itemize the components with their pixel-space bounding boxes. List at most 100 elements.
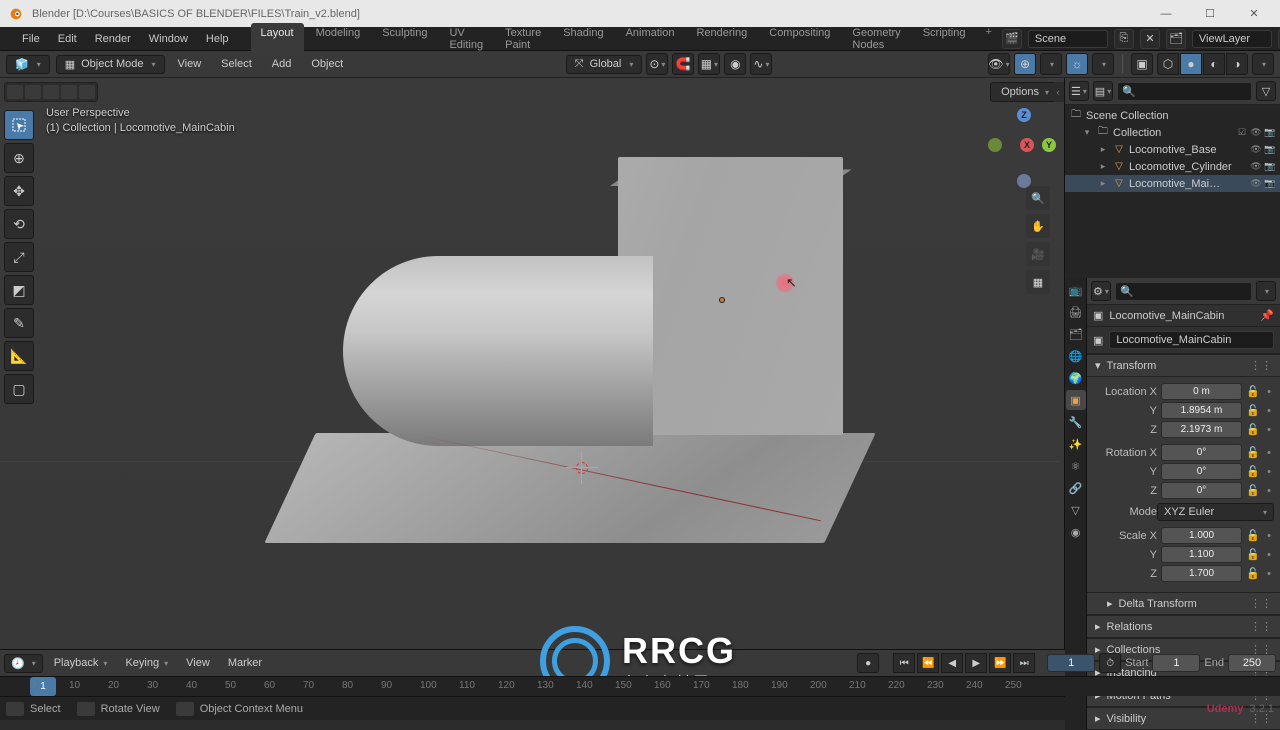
end-frame-field[interactable]: 250: [1228, 654, 1276, 672]
anim-dot-icon[interactable]: •: [1264, 424, 1274, 436]
anim-dot-icon[interactable]: •: [1264, 549, 1274, 561]
outliner-display-mode-icon[interactable]: ▤: [1093, 81, 1113, 101]
overlay-options-icon[interactable]: [1092, 53, 1114, 75]
lock-icon[interactable]: 🔓: [1246, 548, 1260, 561]
mode-dropdown[interactable]: ▦ Object Mode: [56, 55, 165, 74]
eye-icon[interactable]: 👁: [1250, 178, 1262, 189]
panel-options-icon[interactable]: ⋮⋮: [1250, 359, 1272, 372]
properties-options-icon[interactable]: [1256, 281, 1276, 301]
lock-icon[interactable]: 🔓: [1246, 484, 1260, 497]
menu-edit[interactable]: Edit: [50, 30, 85, 48]
pin-icon[interactable]: 📌: [1260, 309, 1274, 322]
outliner-item-base[interactable]: ▸▽Locomotive_Base👁📷: [1065, 141, 1280, 158]
anim-dot-icon[interactable]: •: [1264, 568, 1274, 580]
workspace-tab-rendering[interactable]: Rendering: [686, 23, 757, 55]
nav-zoom-icon[interactable]: 🔍: [1026, 186, 1050, 210]
object-icon[interactable]: ▣: [1093, 334, 1103, 347]
workspace-tab-sculpting[interactable]: Sculpting: [372, 23, 437, 55]
editor-type-dropdown[interactable]: 🧊: [6, 55, 50, 74]
proportional-type-icon[interactable]: ∿: [750, 53, 772, 75]
shading-rendered-icon[interactable]: ◑: [1226, 53, 1248, 75]
autokey-icon[interactable]: ●: [857, 653, 879, 673]
camera-icon[interactable]: 📷: [1264, 161, 1276, 172]
panel-transform-header[interactable]: ▾Transform⋮⋮: [1087, 354, 1280, 377]
lock-icon[interactable]: 🔓: [1246, 446, 1260, 459]
timeline-editor-type-icon[interactable]: 🕗: [4, 654, 43, 673]
current-frame-field[interactable]: 1: [1047, 654, 1095, 672]
props-tab-scene-icon[interactable]: 🌐: [1066, 346, 1086, 366]
lock-icon[interactable]: 🔓: [1246, 567, 1260, 580]
workspace-tab-texturepaint[interactable]: Texture Paint: [495, 23, 551, 55]
anim-dot-icon[interactable]: •: [1264, 386, 1274, 398]
workspace-tab-compositing[interactable]: Compositing: [759, 23, 840, 55]
nav-camera-icon[interactable]: 🎥: [1026, 242, 1050, 266]
panel-relations-header[interactable]: ▸Relations⋮⋮: [1087, 615, 1280, 638]
gizmo-z-icon[interactable]: Z: [1017, 108, 1031, 122]
anim-dot-icon[interactable]: •: [1264, 485, 1274, 497]
props-tab-physics-icon[interactable]: ⚛: [1066, 456, 1086, 476]
viewlayer-field[interactable]: ViewLayer: [1192, 30, 1272, 48]
nav-gizmo[interactable]: Z X Y: [998, 118, 1050, 170]
gizmo-y-icon[interactable]: Y: [1042, 138, 1056, 152]
header-select[interactable]: Select: [214, 55, 259, 73]
jump-end-icon[interactable]: ⏭: [1013, 653, 1035, 673]
scale-z-field[interactable]: 1.700: [1161, 565, 1242, 582]
snap-toggle-icon[interactable]: 🧲: [672, 53, 694, 75]
rot-y-field[interactable]: 0°: [1161, 463, 1242, 480]
scene-unlink-icon[interactable]: ✕: [1140, 29, 1160, 49]
lock-icon[interactable]: 🔓: [1246, 529, 1260, 542]
loc-x-field[interactable]: 0 m: [1161, 383, 1242, 400]
disclosure-icon[interactable]: ▸: [1097, 178, 1109, 189]
panel-options-icon[interactable]: ⋮⋮: [1250, 597, 1272, 610]
scene-new-icon[interactable]: ⎘: [1114, 29, 1134, 49]
props-tab-data-icon[interactable]: ▽: [1066, 500, 1086, 520]
properties-search[interactable]: 🔍: [1115, 282, 1252, 301]
props-tab-render-icon[interactable]: 📺: [1066, 280, 1086, 300]
workspace-tab-shading[interactable]: Shading: [553, 23, 613, 55]
lock-icon[interactable]: 🔓: [1246, 385, 1260, 398]
xray-icon[interactable]: ▣: [1131, 53, 1153, 75]
menu-file[interactable]: File: [14, 30, 48, 48]
rot-z-field[interactable]: 0°: [1161, 482, 1242, 499]
header-object[interactable]: Object: [304, 55, 350, 73]
preview-range-icon[interactable]: ⏱: [1099, 653, 1121, 673]
menu-render[interactable]: Render: [87, 30, 139, 48]
panel-options-icon[interactable]: ⋮⋮: [1250, 620, 1272, 633]
anim-dot-icon[interactable]: •: [1264, 466, 1274, 478]
rotation-mode-dropdown[interactable]: XYZ Euler: [1157, 503, 1274, 521]
datablock-name-field[interactable]: Locomotive_MainCabin: [1109, 331, 1274, 349]
lock-icon[interactable]: 🔓: [1246, 465, 1260, 478]
jump-start-icon[interactable]: ⏮: [893, 653, 915, 673]
shading-solid-icon[interactable]: ●: [1180, 53, 1202, 75]
nav-pan-icon[interactable]: ✋: [1026, 214, 1050, 238]
gizmo-options-icon[interactable]: [1040, 53, 1062, 75]
props-tab-object-icon[interactable]: ▣: [1066, 390, 1086, 410]
props-tab-constraints-icon[interactable]: 🔗: [1066, 478, 1086, 498]
disclosure-icon[interactable]: ▸: [1097, 144, 1109, 155]
outliner-collection[interactable]: ▾🗀Collection☑👁📷: [1065, 124, 1280, 141]
gizmo-neg-y-icon[interactable]: [988, 138, 1002, 152]
disclosure-icon[interactable]: ▸: [1097, 161, 1109, 172]
eye-icon[interactable]: 👁: [1250, 161, 1262, 172]
proportional-toggle-icon[interactable]: ◉: [724, 53, 746, 75]
camera-icon[interactable]: 📷: [1264, 178, 1276, 189]
outliner-scene-collection[interactable]: 🗀Scene Collection: [1065, 107, 1280, 124]
eye-icon[interactable]: 👁: [1250, 144, 1262, 155]
anim-dot-icon[interactable]: •: [1264, 405, 1274, 417]
header-add[interactable]: Add: [265, 55, 299, 73]
pivot-icon[interactable]: ⊙: [646, 53, 668, 75]
scale-x-field[interactable]: 1.000: [1161, 527, 1242, 544]
scene-field[interactable]: Scene: [1028, 30, 1108, 48]
menu-window[interactable]: Window: [141, 30, 196, 48]
workspace-tab-uvediting[interactable]: UV Editing: [439, 23, 493, 55]
anim-dot-icon[interactable]: •: [1264, 530, 1274, 542]
scale-y-field[interactable]: 1.100: [1161, 546, 1242, 563]
workspace-tab-geonodes[interactable]: Geometry Nodes: [842, 23, 910, 55]
lock-icon[interactable]: 🔓: [1246, 404, 1260, 417]
play-icon[interactable]: ▶: [965, 653, 987, 673]
panel-delta-header[interactable]: ▸Delta Transform⋮⋮: [1087, 592, 1280, 615]
properties-editor-type-icon[interactable]: ⚙: [1091, 281, 1111, 301]
play-reverse-icon[interactable]: ◀: [941, 653, 963, 673]
keyframe-prev-icon[interactable]: ⏪: [917, 653, 939, 673]
eye-icon[interactable]: 👁: [1250, 127, 1262, 138]
